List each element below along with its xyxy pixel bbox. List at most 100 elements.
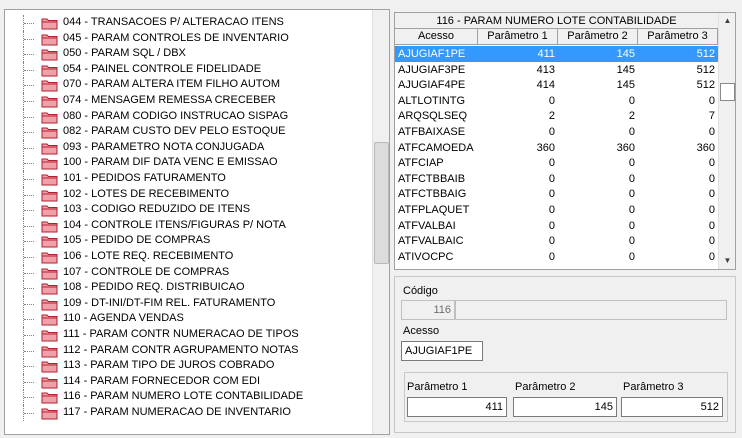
table-row[interactable]: ATFCTBBAIG 0 0 0 xyxy=(395,186,718,202)
tree-guide-line xyxy=(23,373,35,390)
tree-guide-line xyxy=(23,327,35,343)
grid-scrollbar-thumb[interactable] xyxy=(720,83,735,101)
tree-item[interactable]: 050 - PARAM SQL / DBX xyxy=(23,46,373,63)
tree-item-label: 114 - PARAM FORNECEDOR COM EDI xyxy=(63,374,261,387)
cell-parametro-3: 0 xyxy=(708,235,715,248)
tree-item[interactable]: 082 - PARAM CUSTO DEV PELO ESTOQUE xyxy=(23,124,373,141)
tree-item[interactable]: 109 - DT-INI/DT-FIM REL. FATURAMENTO xyxy=(23,295,373,312)
folder-icon xyxy=(41,313,59,326)
tree-item[interactable]: 114 - PARAM FORNECEDOR COM EDI xyxy=(23,373,373,390)
cell-parametro-1: 0 xyxy=(548,219,555,232)
cell-parametro-3: 0 xyxy=(708,126,715,138)
cell-parametro-1: 413 xyxy=(536,63,555,76)
column-header-parametro-3[interactable]: Parâmetro 3 xyxy=(638,29,718,45)
tree-guide-line xyxy=(23,30,35,47)
tree-item-label: 106 - LOTE REQ. RECEBIMENTO xyxy=(63,250,234,262)
table-row[interactable]: AJUGIAF1PE 411 145 512 xyxy=(395,46,718,62)
tree-scrollbar[interactable] xyxy=(372,10,389,434)
tree-item[interactable]: 106 - LOTE REQ. RECEBIMENTO xyxy=(23,249,373,265)
tree-item[interactable]: 111 - PARAM CONTR NUMERACAO DE TIPOS xyxy=(23,327,373,343)
table-row[interactable]: ATFBAIXASE 0 0 0 xyxy=(395,124,718,140)
tree-item[interactable]: 093 - PARAMETRO NOTA CONJUGADA xyxy=(23,139,373,156)
tree-item-label: 116 - PARAM NUMERO LOTE CONTABILIDADE xyxy=(63,390,304,403)
table-row[interactable]: ATFCAMOEDA 360 360 360 xyxy=(395,140,718,156)
table-row[interactable]: ALTLOTINTG 0 0 0 xyxy=(395,93,718,109)
tree-guide-line xyxy=(23,171,35,187)
acesso-input[interactable]: AJUGIAF1PE xyxy=(401,341,483,361)
tree-item[interactable]: 100 - PARAM DIF DATA VENC E EMISSAO xyxy=(23,155,373,172)
tree-item-label: 113 - PARAM TIPO DE JUROS COBRADO xyxy=(63,359,275,372)
table-row[interactable]: ARQSQLSEQ 2 2 7 xyxy=(395,108,718,124)
tree-guide-line xyxy=(23,295,35,312)
table-row[interactable]: ATFCTBBAIB 0 0 0 xyxy=(395,171,718,187)
table-row[interactable]: ATIVOCPC 0 0 0 xyxy=(395,249,718,265)
table-row[interactable]: ATFCIAP 0 0 0 xyxy=(395,155,718,171)
table-row[interactable]: AJUGIAF3PE 413 145 512 xyxy=(395,62,718,78)
cell-acesso: ATFBAIXASE xyxy=(398,126,466,138)
tree-item[interactable]: 110 - AGENDA VENDAS xyxy=(23,311,373,328)
table-row[interactable]: ATFVALBAIC 0 0 0 xyxy=(395,233,718,249)
folder-icon xyxy=(41,220,59,233)
tree-item[interactable]: 101 - PEDIDOS FATURAMENTO xyxy=(23,171,373,187)
cell-acesso: AJUGIAF4PE xyxy=(398,79,466,92)
cell-parametro-2: 360 xyxy=(616,141,635,154)
tree-item[interactable]: 112 - PARAM CONTR AGRUPAMENTO NOTAS xyxy=(23,342,373,359)
column-header-parametro-2[interactable]: Parâmetro 2 xyxy=(558,29,638,45)
cell-parametro-2: 0 xyxy=(628,204,635,216)
grid-title: 116 - PARAM NUMERO LOTE CONTABILIDADE xyxy=(395,13,718,29)
tree-item[interactable]: 116 - PARAM NUMERO LOTE CONTABILIDADE xyxy=(23,389,373,406)
tree-item[interactable]: 105 - PEDIDO DE COMPRAS xyxy=(23,233,373,250)
folder-icon xyxy=(41,376,59,389)
tree-item-label: 102 - LOTES DE RECEBIMENTO xyxy=(63,187,230,200)
tree-item[interactable]: 103 - CODIGO REDUZIDO DE ITENS xyxy=(23,202,373,219)
tree-item[interactable]: 113 - PARAM TIPO DE JUROS COBRADO xyxy=(23,358,373,375)
table-row[interactable]: AJUGIAF4PE 414 145 512 xyxy=(395,77,718,93)
cell-acesso: ATFPLAQUET xyxy=(398,204,470,216)
tree-scrollbar-thumb[interactable] xyxy=(374,142,389,264)
tree-item[interactable]: 102 - LOTES DE RECEBIMENTO xyxy=(23,186,373,203)
column-header-acesso[interactable]: Acesso xyxy=(395,29,478,45)
cell-parametro-1: 360 xyxy=(536,141,555,154)
folder-icon xyxy=(41,189,59,202)
parametro-1-input[interactable]: 411 xyxy=(407,397,507,417)
cell-acesso: ATFCTBBAIG xyxy=(398,188,467,201)
tree-item-label: 070 - PARAM ALTERA ITEM FILHO AUTOM xyxy=(63,78,280,91)
tree-item[interactable]: 104 - CONTROLE ITENS/FIGURAS P/ NOTA xyxy=(23,217,373,234)
parameter-grid: 116 - PARAM NUMERO LOTE CONTABILIDADE Ac… xyxy=(394,12,736,270)
cell-acesso: ATFCAMOEDA xyxy=(398,141,474,154)
tree-item[interactable]: 108 - PEDIDO REQ. DISTRIBUICAO xyxy=(23,280,373,297)
table-row[interactable]: ATFPLAQUET 0 0 0 xyxy=(395,202,718,218)
folder-icon xyxy=(41,204,59,217)
cell-parametro-3: 0 xyxy=(708,94,715,107)
acesso-label: Acesso xyxy=(403,325,440,337)
cell-parametro-2: 0 xyxy=(628,94,635,107)
grid-scrollbar[interactable]: ▲ ▼ xyxy=(718,13,735,269)
cell-parametro-3: 0 xyxy=(708,172,715,185)
tree-item-label: 107 - CONTROLE DE COMPRAS xyxy=(63,265,230,278)
table-row[interactable]: ATFVALBAI 0 0 0 xyxy=(395,218,718,234)
tree-guide-line xyxy=(23,311,35,328)
cell-acesso: AJUGIAF1PE xyxy=(398,48,466,60)
cell-parametro-3: 0 xyxy=(708,188,715,201)
scroll-down-arrow-icon[interactable]: ▼ xyxy=(720,253,735,268)
tree-item[interactable]: 044 - TRANSACOES P/ ALTERACAO ITENS xyxy=(23,15,373,31)
tree-item[interactable]: 070 - PARAM ALTERA ITEM FILHO AUTOM xyxy=(23,77,373,94)
parametro-2-input[interactable]: 145 xyxy=(513,397,617,417)
tree-item[interactable]: 045 - PARAM CONTROLES DE INVENTARIO xyxy=(23,30,373,47)
cell-parametro-3: 360 xyxy=(696,141,715,154)
tree-item-label: 045 - PARAM CONTROLES DE INVENTARIO xyxy=(63,31,289,44)
tree-guide-line xyxy=(23,186,35,203)
tree-item[interactable]: 074 - MENSAGEM REMESSA CRECEBER xyxy=(23,93,373,109)
tree-item[interactable]: 107 - CONTROLE DE COMPRAS xyxy=(23,264,373,281)
tree-item[interactable]: 054 - PAINEL CONTROLE FIDELIDADE xyxy=(23,61,373,78)
parametro-3-input[interactable]: 512 xyxy=(621,397,723,417)
cell-parametro-3: 7 xyxy=(708,110,715,123)
cell-parametro-2: 0 xyxy=(628,219,635,232)
cell-acesso: ARQSQLSEQ xyxy=(398,110,468,123)
tree-item-label: 109 - DT-INI/DT-FIM REL. FATURAMENTO xyxy=(63,296,276,309)
cell-parametro-2: 2 xyxy=(628,110,635,123)
tree-item[interactable]: 117 - PARAM NUMERACAO DE INVENTARIO xyxy=(23,405,373,421)
scroll-up-arrow-icon[interactable]: ▲ xyxy=(720,13,735,28)
tree-item[interactable]: 080 - PARAM CODIGO INSTRUCAO SISPAG xyxy=(23,108,373,125)
column-header-parametro-1[interactable]: Parâmetro 1 xyxy=(478,29,558,45)
